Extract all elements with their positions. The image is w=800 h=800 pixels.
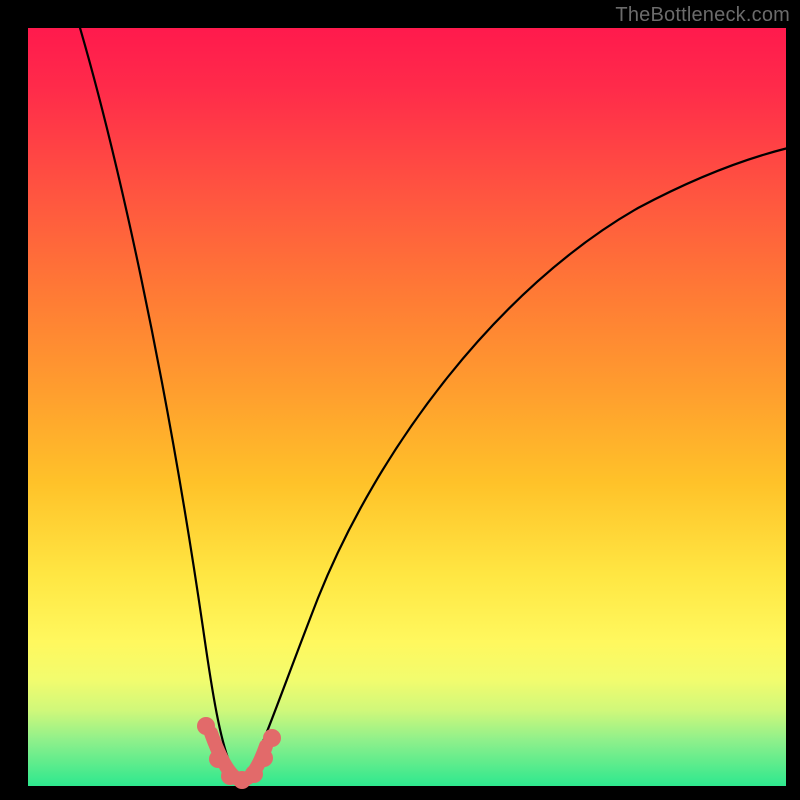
marker-dot	[245, 765, 263, 783]
curve-layer	[28, 28, 786, 786]
marker-dot	[197, 717, 215, 735]
marker-dot	[209, 750, 227, 768]
marker-dot	[263, 729, 281, 747]
chart-frame: TheBottleneck.com	[0, 0, 800, 800]
marker-dot	[255, 749, 273, 767]
watermark-text: TheBottleneck.com	[615, 4, 790, 27]
plot-area	[28, 28, 786, 786]
bottleneck-curve	[68, 0, 788, 776]
